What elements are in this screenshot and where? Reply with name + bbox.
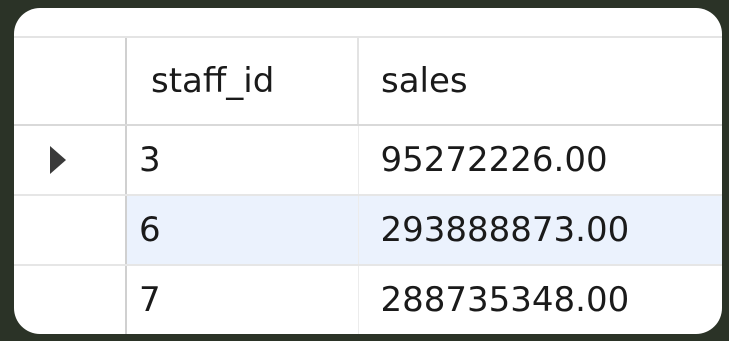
table-row[interactable]: 3 95272226.00 (14, 125, 722, 196)
cell-staff-id[interactable]: 6 (126, 195, 359, 266)
table-row[interactable]: 7 288735348.00 (14, 265, 722, 334)
row-pointer-icon (50, 146, 66, 174)
cell-sales[interactable]: 95272226.00 (358, 125, 722, 196)
cell-staff-id[interactable]: 7 (126, 265, 359, 334)
column-header-staff-id[interactable]: staff_id (126, 38, 359, 126)
header-row: staff_id sales (14, 38, 722, 126)
row-indicator[interactable] (14, 195, 127, 266)
table-row[interactable]: 6 293888873.00 (14, 195, 722, 266)
row-indicator[interactable] (14, 125, 127, 196)
column-header-sales[interactable]: sales (358, 38, 722, 126)
cell-sales[interactable]: 288735348.00 (358, 265, 722, 334)
row-indicator[interactable] (14, 265, 127, 334)
row-indicator-header[interactable] (14, 38, 127, 126)
cell-sales[interactable]: 293888873.00 (358, 195, 722, 266)
cell-staff-id[interactable]: 3 (126, 125, 359, 196)
result-grid-panel: staff_id sales 3 95272226.00 6 293888873… (14, 8, 722, 334)
result-grid: staff_id sales 3 95272226.00 6 293888873… (14, 38, 722, 334)
